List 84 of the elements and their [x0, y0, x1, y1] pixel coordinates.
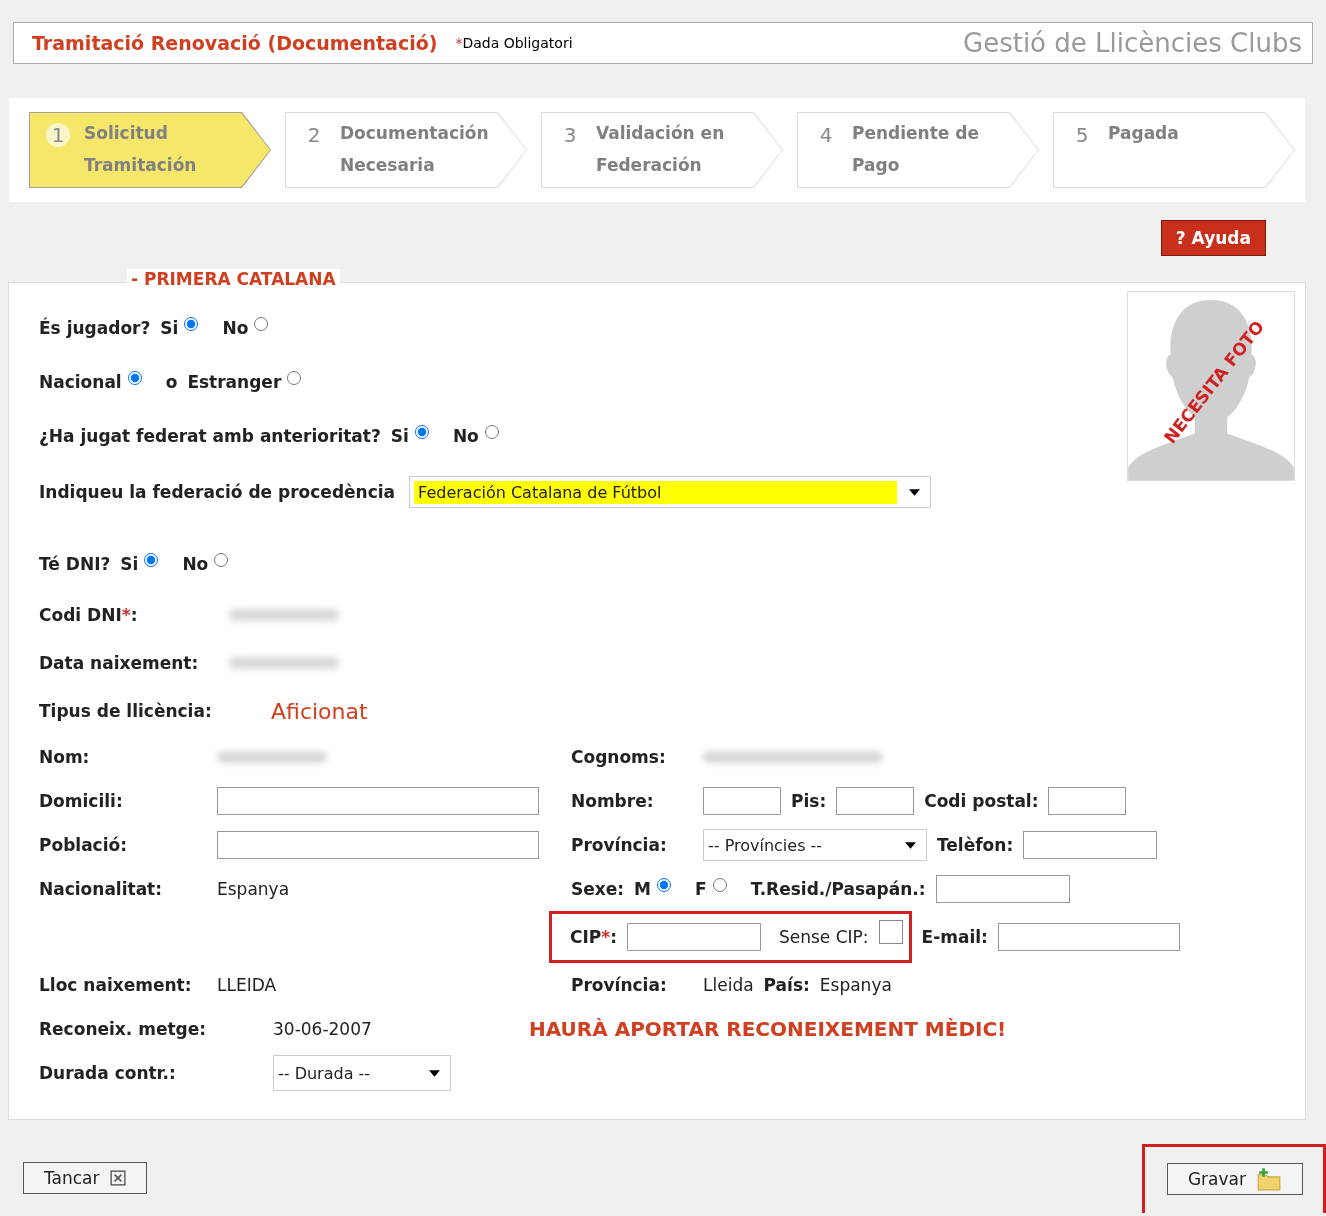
field-label: Data naixement:	[39, 653, 200, 673]
question-label: Té DNI?	[39, 554, 111, 574]
text-field[interactable]	[703, 787, 781, 815]
radio-button[interactable]	[254, 317, 269, 331]
app-title: Gestió de Llicències Clubs	[963, 28, 1302, 58]
question-label: ¿Ha jugat federat amb anterioritat?	[39, 426, 381, 446]
question-label: És jugador?	[39, 318, 151, 338]
field-label: Domicili:	[39, 791, 124, 811]
checkbox[interactable]	[878, 920, 903, 944]
field-label: CIP*:	[570, 927, 617, 947]
step-tab[interactable]: 4 Pendiente de Pago	[797, 112, 1039, 188]
close-button[interactable]: Tancar	[23, 1161, 147, 1194]
caret-icon	[905, 841, 916, 849]
caret-icon	[429, 1069, 440, 1077]
text-field[interactable]	[217, 787, 539, 815]
text-field[interactable]	[997, 923, 1180, 951]
field-value: Espanya	[819, 975, 892, 995]
field-label: Reconeix. metge:	[39, 1019, 208, 1039]
text-field[interactable]	[1023, 831, 1158, 859]
text-field[interactable]	[1048, 787, 1127, 815]
field-label: Pis:	[791, 791, 827, 811]
step-tab[interactable]: 3 Validación en Federación	[541, 112, 783, 188]
option-label: Si	[390, 426, 409, 446]
radio-button[interactable]	[657, 878, 671, 892]
close-icon	[109, 1169, 126, 1186]
text-field[interactable]	[217, 831, 539, 859]
radio-button[interactable]	[287, 371, 302, 385]
warning-message: HAURÀ APORTAR RECONEIXEMENT MÈDIC!	[529, 1017, 1007, 1041]
folder-plus-icon	[1256, 1167, 1282, 1191]
province-select[interactable]: -- Províncies --	[703, 829, 927, 861]
field-label: Codi postal:	[924, 791, 1039, 811]
text-field[interactable]	[935, 875, 1070, 903]
federation-select[interactable]: Federación Catalana de Fútbol	[409, 476, 932, 508]
form-title: Tramitació Renovació (Documentació)	[32, 32, 438, 54]
field-label: Província:	[571, 975, 668, 995]
text-field[interactable]	[836, 787, 915, 815]
radio-button[interactable]	[414, 425, 429, 439]
field-label: Telèfon:	[937, 835, 1014, 855]
option-label: Nacional	[39, 372, 122, 392]
field-label: Lloc naixement:	[39, 975, 193, 995]
caret-icon	[909, 488, 921, 496]
option-label: No	[452, 426, 479, 446]
question-label: Indiqueu la federació de procedència	[39, 482, 396, 502]
field-label: País:	[763, 975, 810, 995]
option-label: No	[182, 554, 209, 574]
field-label: Població:	[39, 835, 128, 855]
step-tab[interactable]: 2 Documentación Necesaria	[285, 112, 527, 188]
help-button[interactable]: ? Ayuda	[1160, 220, 1266, 256]
option-label: M	[634, 879, 651, 899]
option-label: Si	[120, 554, 139, 574]
option-label: F	[695, 879, 707, 899]
field-value: 30-06-2007	[273, 1019, 372, 1039]
field-label: Cognoms:	[571, 747, 667, 767]
field-label: Tipus de llicència:	[39, 701, 213, 721]
field-value: Espanya	[217, 879, 290, 899]
field-label: Nombre:	[571, 791, 655, 811]
text-field[interactable]	[626, 923, 761, 951]
option-label: Si	[160, 318, 179, 338]
license-type: Aficionat	[271, 698, 368, 724]
radio-button[interactable]	[127, 371, 142, 385]
field-value: Lleida	[703, 975, 754, 995]
save-button[interactable]: Gravar	[1166, 1163, 1303, 1195]
step-tab[interactable]: 1 Solicitud Tramitación	[29, 112, 271, 188]
field-label: Nacionalitat:	[39, 879, 164, 899]
step-tab[interactable]: 5 Pagada	[1053, 112, 1295, 188]
separator-label: o	[165, 372, 178, 392]
radio-button[interactable]	[144, 553, 159, 567]
field-label: Durada contr.:	[39, 1063, 177, 1083]
field-label: E-mail:	[921, 927, 988, 947]
field-label: Sexe:	[571, 879, 625, 899]
duration-select[interactable]: -- Durada --	[273, 1055, 451, 1091]
option-label: No	[222, 318, 249, 338]
option-label: Estranger	[187, 372, 282, 392]
field-label: Província:	[571, 835, 668, 855]
field-value: LLEIDA	[217, 975, 277, 995]
radio-button[interactable]	[712, 878, 727, 892]
checkbox-label: Sense CIP:	[778, 927, 869, 947]
field-label: T.Resid./Pasapán.:	[750, 879, 926, 899]
radio-button[interactable]	[214, 553, 229, 567]
radio-button[interactable]	[184, 317, 199, 331]
required-note: *Dada Obligatori	[455, 35, 573, 51]
field-label: Codi DNI*:	[39, 605, 139, 625]
field-label: Nom:	[39, 747, 91, 767]
radio-button[interactable]	[484, 425, 499, 439]
